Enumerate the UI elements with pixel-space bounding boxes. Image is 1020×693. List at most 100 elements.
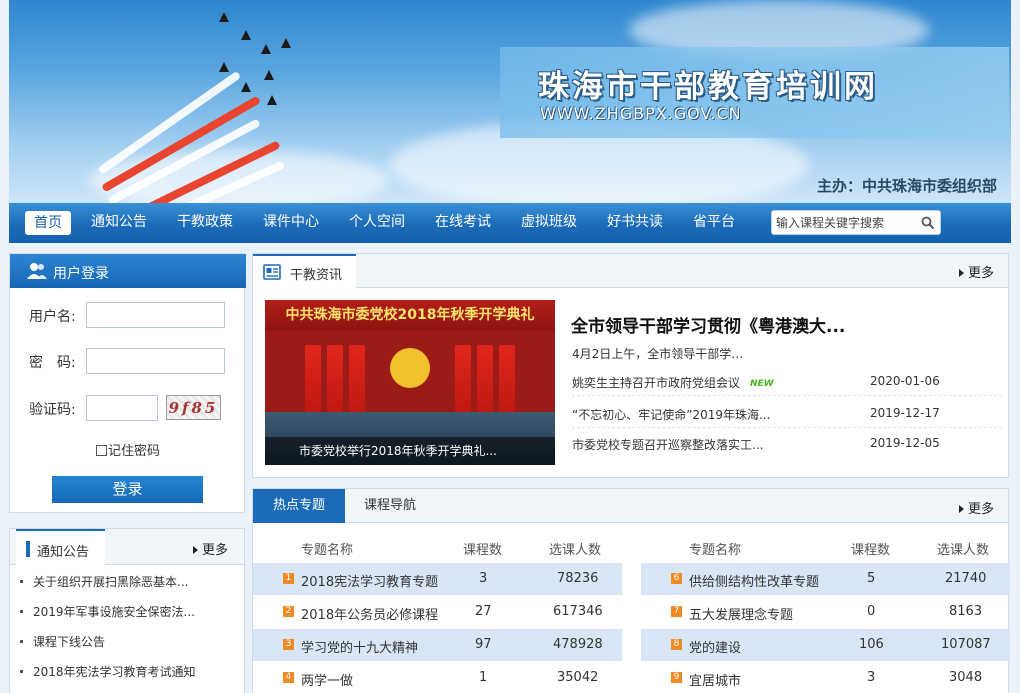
username-label: 用户名: xyxy=(29,309,76,325)
column-header: 选课人数 xyxy=(937,543,990,558)
remember-checkbox[interactable] xyxy=(96,445,107,456)
login-header: 用户登录 xyxy=(10,254,246,288)
news-more-link[interactable]: 更多 xyxy=(959,262,994,281)
topics-panel: 热点专题 课程导航 更多 专题名称 课程数 选课人数 1 2018宪法学习教育专… xyxy=(252,488,1010,693)
table-row[interactable]: 8 党的建设 106 107087 xyxy=(641,629,1010,661)
nav-policy[interactable]: 干教政策 xyxy=(177,203,233,243)
password-field[interactable] xyxy=(86,348,225,374)
bullet-icon xyxy=(20,640,23,643)
username-field[interactable] xyxy=(86,302,225,328)
new-badge: NEW xyxy=(750,379,774,389)
topic-name: 党的建设 xyxy=(689,641,742,656)
topic-name: 学习党的十九大精神 xyxy=(301,641,419,656)
bullet-icon xyxy=(20,580,23,583)
arrow-right-icon xyxy=(193,546,198,554)
student-count: 8163 xyxy=(949,604,983,619)
table-row[interactable]: 3 学习党的十九大精神 97 478928 xyxy=(253,629,622,661)
jet-icon xyxy=(261,44,271,54)
news-item-date: 2020-01-06 xyxy=(870,374,940,388)
news-list-item[interactable]: “不忘初心、牢记使命”2019年珠海... 2019-12-17 xyxy=(572,406,1002,428)
student-count: 3048 xyxy=(949,670,983,685)
password-label: 密 码: xyxy=(29,355,76,371)
course-count: 5 xyxy=(867,571,876,586)
list-item[interactable]: 2019年军事设施安全保密法... xyxy=(20,603,195,623)
remember-password[interactable]: 记住密码 xyxy=(96,440,160,459)
news-photo[interactable]: 中共珠海市委党校2018年秋季开学典礼 市委党校举行2018年秋季开学典礼... xyxy=(265,300,555,465)
login-button[interactable]: 登录 xyxy=(52,476,203,503)
nav-courseware[interactable]: 课件中心 xyxy=(263,203,319,243)
photo-caption: 市委党校举行2018年秋季开学典礼... xyxy=(265,437,555,465)
news-icon xyxy=(263,264,281,280)
notice-more-link[interactable]: 更多 xyxy=(193,539,228,558)
news-item-title: 姚奕生主持召开市政府党组会议 xyxy=(572,376,741,390)
jet-icon xyxy=(219,12,229,22)
nav-virtual-class[interactable]: 虚拟班级 xyxy=(521,203,577,243)
search-input[interactable] xyxy=(776,214,916,232)
bullet-icon xyxy=(20,610,23,613)
rank-badge: 9 xyxy=(671,672,682,683)
topic-name: 两学一做 xyxy=(301,674,354,689)
login-panel: 用户登录 用户名: 密 码: 验证码: 9f85 记住密码 登录 xyxy=(9,253,246,513)
table-row[interactable]: 9 宜居城市 3 3048 xyxy=(641,662,1010,693)
student-count: 617346 xyxy=(553,604,603,619)
news-tab[interactable]: 干教资讯 xyxy=(253,254,356,288)
jet-icon xyxy=(241,82,251,92)
course-count: 97 xyxy=(475,637,492,652)
site-url: WWW.ZHGBPX.GOV.CN xyxy=(540,104,742,123)
column-header: 专题名称 xyxy=(301,543,354,558)
news-summary: 4月2日上午，全市领导干部学… xyxy=(572,347,744,361)
site-title-box: 珠海市干部教育培训网 WWW.ZHGBPX.GOV.CN xyxy=(500,47,1009,138)
table-row[interactable]: 2 2018年公务员必修课程 27 617346 xyxy=(253,596,622,628)
topic-name: 2018宪法学习教育专题 xyxy=(301,575,439,590)
news-item-date: 2019-12-05 xyxy=(870,436,940,450)
list-item[interactable]: 2018年宪法学习教育考试通知 xyxy=(20,663,196,683)
jet-icon xyxy=(264,70,274,80)
notice-item-title: 课程下线公告 xyxy=(33,635,106,649)
notice-panel: 通知公告 更多 关于组织开展扫黑除恶基本... 2019年军事设施安全保密法..… xyxy=(9,528,245,693)
course-count: 0 xyxy=(867,604,876,619)
table-row[interactable]: 1 2018宪法学习教育专题 3 78236 xyxy=(253,563,622,595)
jet-icon xyxy=(219,62,229,72)
column-header: 课程数 xyxy=(463,543,503,558)
captcha-field[interactable] xyxy=(86,395,158,421)
news-list-item[interactable]: 姚奕生主持召开市政府党组会议 NEW 2020-01-06 xyxy=(572,374,1002,396)
nav-book-sharing[interactable]: 好书共读 xyxy=(607,203,663,243)
list-item[interactable]: 课程下线公告 xyxy=(20,633,105,653)
captcha-label: 验证码: xyxy=(29,402,76,418)
news-more-label: 更多 xyxy=(968,266,995,281)
course-count: 3 xyxy=(867,670,876,685)
topics-more-link[interactable]: 更多 xyxy=(959,498,994,517)
rank-badge: 7 xyxy=(671,606,682,617)
student-count: 21740 xyxy=(945,571,987,586)
topic-name: 供给侧结构性改革专题 xyxy=(689,575,820,590)
table-row[interactable]: 6 供给侧结构性改革专题 5 21740 xyxy=(641,563,1010,595)
bullet-icon xyxy=(20,670,23,673)
notice-tab[interactable]: 通知公告 xyxy=(16,529,105,566)
course-count: 27 xyxy=(475,604,492,619)
nav-notices[interactable]: 通知公告 xyxy=(91,203,147,243)
tab-course-nav[interactable]: 课程导航 xyxy=(345,489,435,523)
remember-label: 记住密码 xyxy=(108,444,161,459)
tab-hot-topics[interactable]: 热点专题 xyxy=(253,489,345,523)
course-count: 106 xyxy=(859,637,884,652)
news-item-title: “不忘初心、牢记使命”2019年珠海... xyxy=(572,408,771,422)
news-title: 干教资讯 xyxy=(290,268,343,283)
arrow-right-icon xyxy=(959,269,964,277)
news-headline[interactable]: 全市领导干部学习贯彻《粤港澳大... xyxy=(571,312,845,337)
news-list-item[interactable]: 市委党校专题召开巡察整改落实工... 2019-12-05 xyxy=(572,436,1002,458)
nav-online-exam[interactable]: 在线考试 xyxy=(435,203,491,243)
student-count: 478928 xyxy=(553,637,603,652)
topic-name: 五大发展理念专题 xyxy=(689,608,794,623)
nav-personal-space[interactable]: 个人空间 xyxy=(349,203,405,243)
topic-name: 宜居城市 xyxy=(689,674,742,689)
party-emblem-icon xyxy=(390,348,430,388)
table-row[interactable]: 7 五大发展理念专题 0 8163 xyxy=(641,596,1010,628)
nav-home[interactable]: 首页 xyxy=(25,211,71,235)
news-panel: 干教资讯 更多 中共珠海市委党校2018年秋季开学典礼 市委党校举行2018年秋… xyxy=(252,253,1009,478)
search-icon[interactable] xyxy=(920,215,936,231)
list-item[interactable]: 关于组织开展扫黑除恶基本... xyxy=(20,573,188,593)
notice-item-title: 关于组织开展扫黑除恶基本... xyxy=(33,575,189,589)
captcha-image[interactable]: 9f85 xyxy=(166,395,221,420)
nav-province-platform[interactable]: 省平台 xyxy=(693,203,735,243)
table-row[interactable]: 4 两学一做 1 35042 xyxy=(253,662,622,693)
